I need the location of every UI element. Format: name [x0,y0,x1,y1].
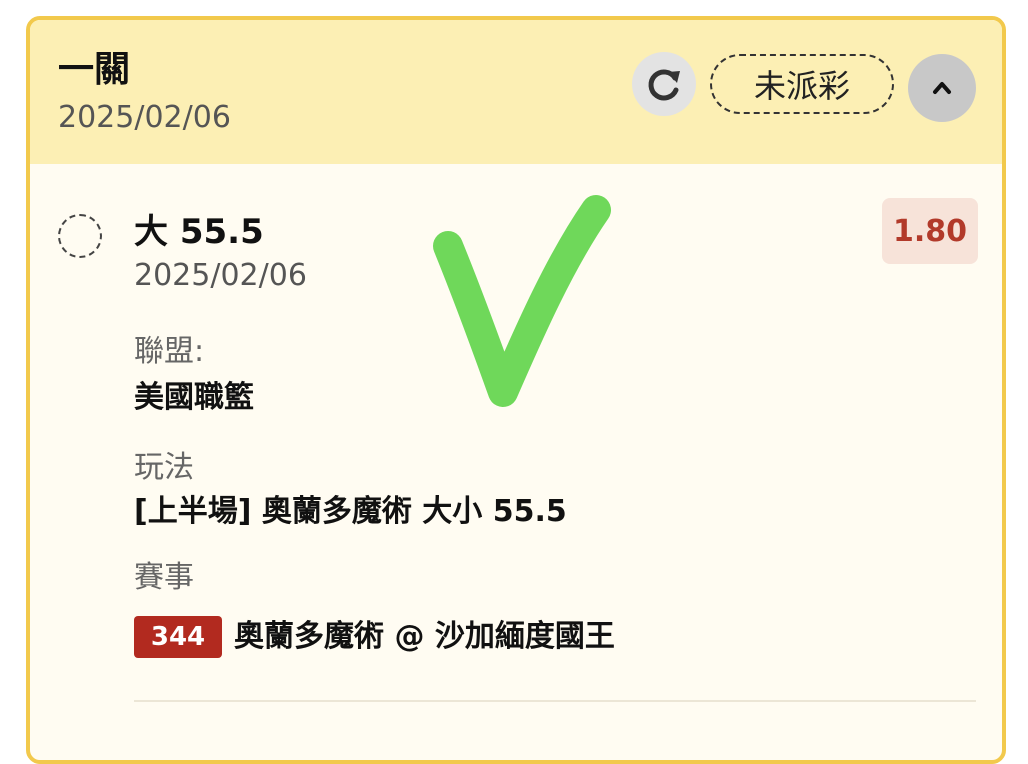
card-header: 一關 2025/02/06 未派彩 [30,20,1002,164]
bet-card: 一關 2025/02/06 未派彩 大 55.5 2025/02/06 1.80… [26,16,1006,764]
market-label: 玩法 [134,450,194,485]
refresh-button[interactable] [632,52,696,116]
odds-badge: 1.80 [882,198,978,264]
radio-circle-icon[interactable] [58,214,102,258]
bet-type-title: 一關 [58,49,131,90]
event-number-badge: 344 [134,616,222,658]
selection-date: 2025/02/06 [134,258,307,293]
refresh-icon [648,69,680,101]
collapse-button[interactable] [908,54,976,122]
event-value: 奧蘭多魔術 @ 沙加緬度國王 [234,619,615,654]
league-value: 美國職籃 [134,380,254,415]
chevron-up-icon [933,82,951,94]
header-date: 2025/02/06 [58,100,231,135]
event-label: 賽事 [134,560,194,595]
market-value: [上半場] 奧蘭多魔術 大小 55.5 [134,494,567,529]
settlement-status-badge: 未派彩 [710,54,894,114]
divider [134,700,976,702]
league-label: 聯盟: [134,334,205,369]
bet-selection: 大 55.5 [134,212,264,252]
